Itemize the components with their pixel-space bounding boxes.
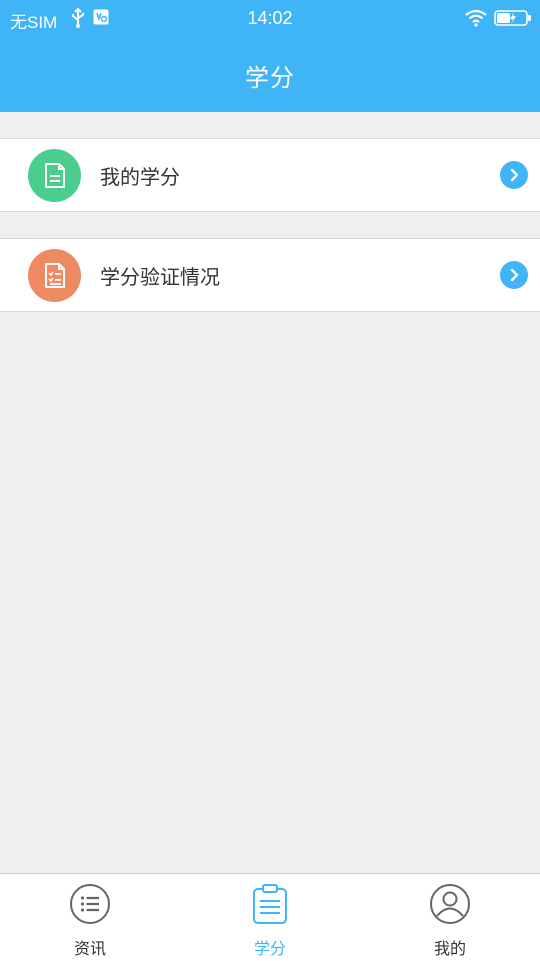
battery-charging-icon	[494, 10, 532, 31]
menu-item-credit-verification[interactable]: 学分验证情况	[0, 238, 540, 312]
tab-profile[interactable]: 我的	[390, 874, 510, 961]
tab-bar: 资讯 学分 我的	[0, 873, 540, 961]
status-bar: 无SIM 14:02	[0, 0, 540, 38]
tab-credits[interactable]: 学分	[210, 874, 330, 961]
tab-label: 我的	[433, 939, 466, 958]
tab-label: 资讯	[73, 939, 106, 958]
chevron-right-icon[interactable]	[500, 261, 528, 289]
document-icon	[28, 149, 81, 202]
tab-label: 学分	[253, 939, 286, 958]
chevron-right-icon[interactable]	[500, 161, 528, 189]
tab-news[interactable]: 资讯	[30, 874, 150, 961]
menu-item-my-credits[interactable]: 我的学分	[0, 138, 540, 212]
user-icon	[429, 883, 471, 925]
app-header: 无SIM 14:02 学分	[0, 0, 540, 112]
menu-item-label: 我的学分	[100, 165, 180, 189]
page-title: 学分	[245, 64, 295, 92]
checklist-icon	[28, 249, 81, 302]
wifi-icon	[464, 9, 488, 32]
menu-item-label: 学分验证情况	[100, 265, 220, 289]
list-icon	[69, 883, 111, 925]
status-time: 14:02	[247, 8, 293, 28]
clipboard-icon	[249, 883, 291, 925]
